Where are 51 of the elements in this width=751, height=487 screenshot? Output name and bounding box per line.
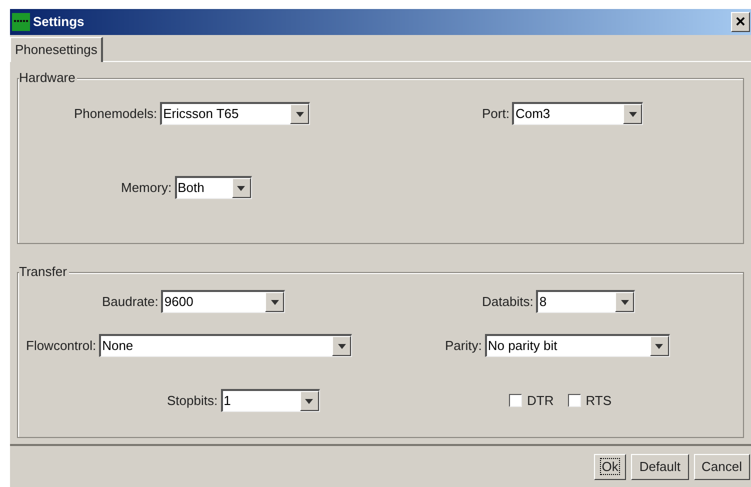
field-label: Memory: bbox=[121, 178, 172, 197]
dropdown-value: No parity bit bbox=[486, 337, 558, 355]
caret-icon bbox=[305, 398, 314, 404]
close-button[interactable]: × bbox=[731, 12, 750, 32]
dropdown-value: 1 bbox=[222, 392, 232, 410]
dropdown-arrow-button[interactable] bbox=[615, 292, 634, 312]
dropdown[interactable]: 1 bbox=[220, 389, 320, 412]
dropdown-value: Com3 bbox=[514, 105, 552, 123]
caret-icon bbox=[620, 300, 629, 304]
field-label: Baudrate: bbox=[102, 292, 158, 311]
dropdown[interactable]: Ericsson T65 bbox=[160, 102, 310, 125]
caret-icon bbox=[270, 300, 279, 304]
checkbox[interactable] bbox=[568, 394, 581, 407]
dropdown-arrow-button[interactable] bbox=[232, 178, 251, 198]
app-icon bbox=[12, 13, 30, 31]
caret-icon bbox=[237, 186, 246, 190]
field-label: Phonemodels: bbox=[74, 104, 158, 123]
dropdown[interactable]: No parity bit bbox=[484, 334, 670, 357]
dropdown-value: 9600 bbox=[163, 293, 194, 311]
field-label: Databits: bbox=[482, 292, 534, 311]
dropdown-value: 8 bbox=[538, 293, 548, 311]
dropdown-arrow-button[interactable] bbox=[623, 104, 642, 124]
window-title: Settings bbox=[33, 13, 86, 32]
dropdown-arrow-button[interactable] bbox=[265, 292, 284, 312]
checkbox-option[interactable]: DTR bbox=[509, 390, 554, 410]
dropdown[interactable]: 8 bbox=[536, 290, 636, 313]
dropdown-value: None bbox=[101, 337, 134, 355]
dropdown[interactable]: 9600 bbox=[161, 290, 286, 313]
field-label: Flowcontrol: bbox=[26, 336, 96, 355]
dropdown-arrow-button[interactable] bbox=[650, 336, 669, 356]
dropdown-value: Both bbox=[176, 179, 206, 197]
field-label: Stopbits: bbox=[167, 392, 218, 410]
dropdown-value: Ericsson T65 bbox=[162, 105, 240, 123]
field-label: Port: bbox=[482, 104, 510, 123]
tab[interactable]: Phonesettings bbox=[10, 37, 104, 62]
dialog-button[interactable]: Default bbox=[631, 454, 689, 480]
dropdown-arrow-button[interactable] bbox=[332, 336, 352, 356]
caret-icon bbox=[628, 112, 637, 116]
caret-icon bbox=[296, 112, 304, 116]
dropdown-arrow-button[interactable] bbox=[300, 391, 319, 411]
field-label: Parity: bbox=[445, 336, 482, 355]
dropdown[interactable]: Com3 bbox=[512, 102, 644, 125]
dropdown-arrow-button[interactable] bbox=[290, 104, 310, 124]
caret-icon bbox=[338, 344, 346, 348]
checkbox[interactable] bbox=[509, 394, 522, 407]
dropdown[interactable]: None bbox=[99, 334, 352, 357]
dialog-button[interactable]: Cancel bbox=[694, 454, 750, 480]
checkbox-option[interactable]: RTS bbox=[568, 390, 612, 410]
dropdown[interactable]: Both bbox=[174, 176, 252, 199]
dialog-button[interactable]: Ok bbox=[594, 454, 626, 480]
caret-icon bbox=[655, 344, 664, 348]
